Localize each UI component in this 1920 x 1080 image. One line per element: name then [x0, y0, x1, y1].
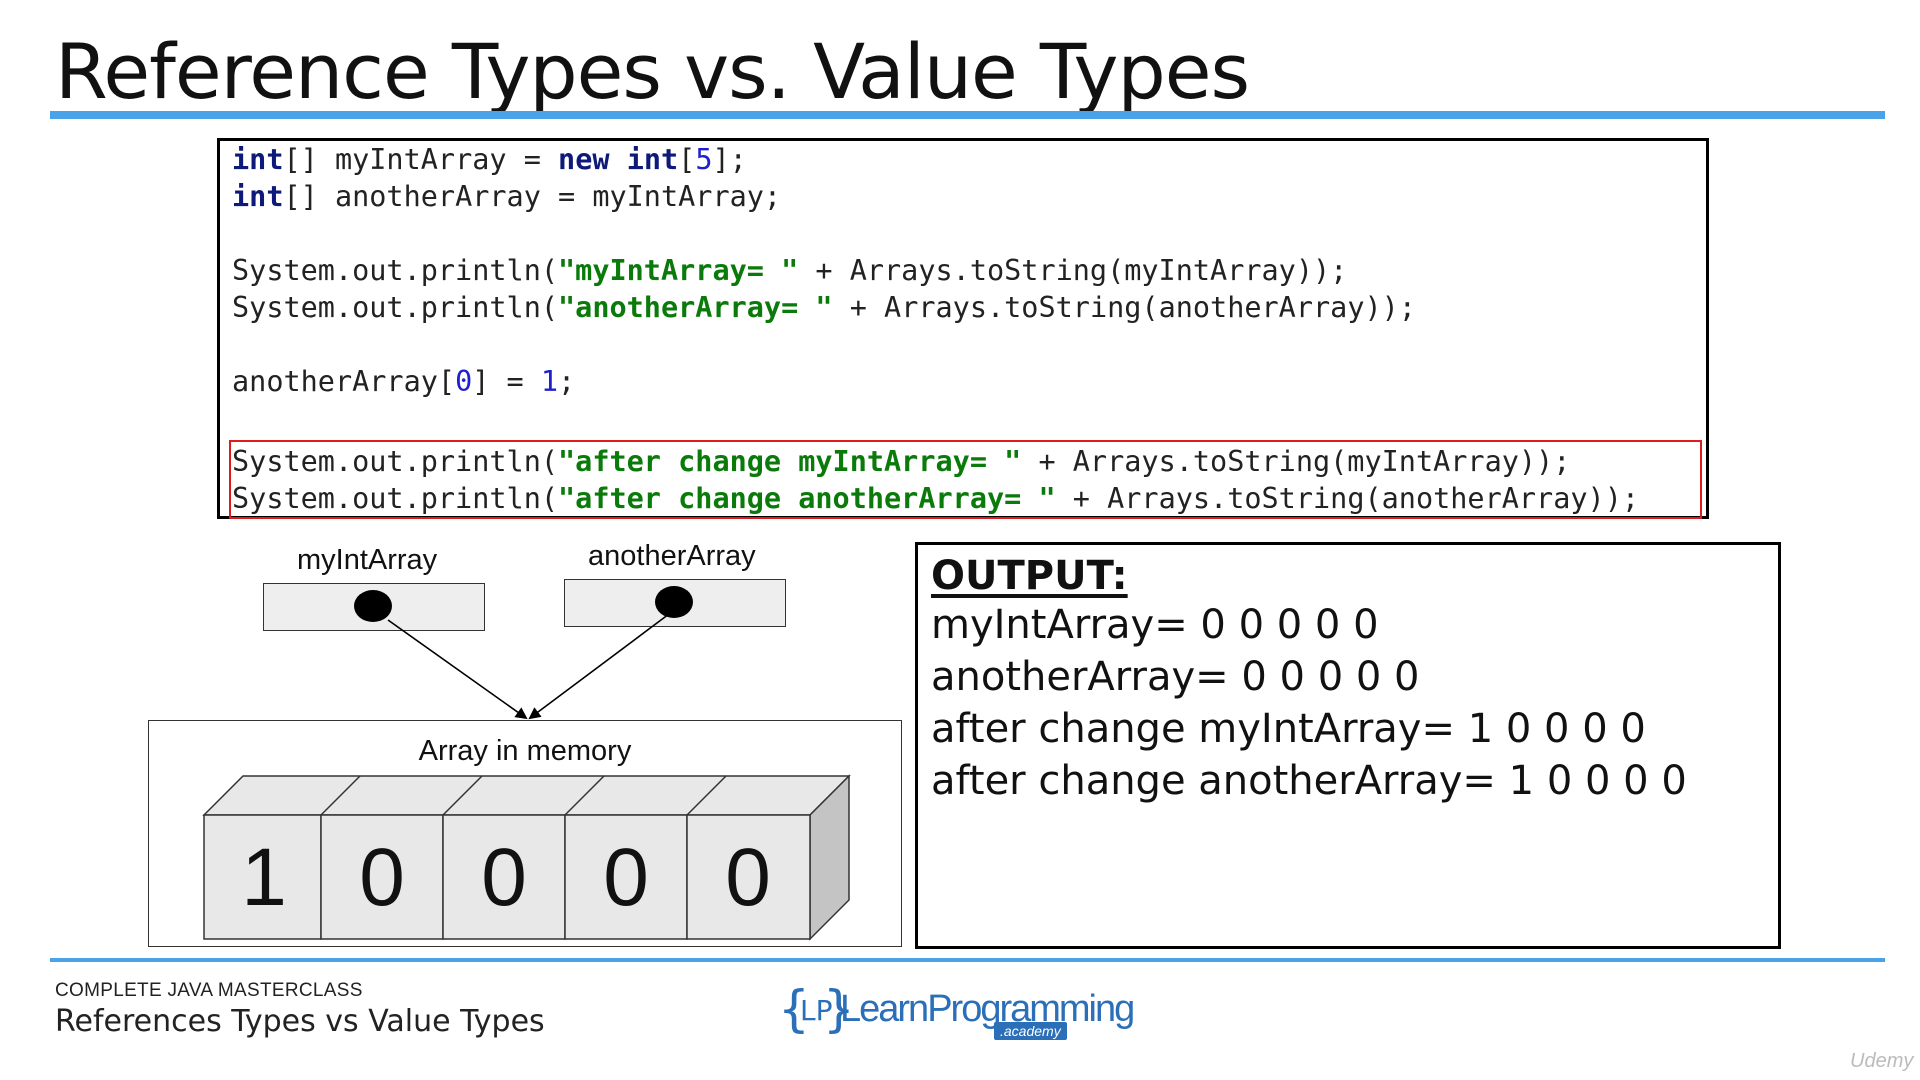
learnprogramming-logo: { LP } LearnProgramming .academy — [778, 980, 1135, 1044]
output-box: OUTPUT: myIntArray= 0 0 0 0 0 anotherArr… — [915, 542, 1781, 949]
udemy-watermark: Udemy — [1850, 1050, 1914, 1072]
output-line: after change myIntArray= 1 0 0 0 0 — [931, 706, 1646, 752]
output-line: after change anotherArray= 1 0 0 0 0 — [931, 758, 1687, 804]
array-cell-value: 0 — [481, 832, 527, 923]
array-cell-value: 0 — [359, 832, 405, 923]
logo-subtext: .academy — [994, 1022, 1067, 1040]
footer-rule — [50, 958, 1885, 962]
array-cell-value: 1 — [241, 832, 287, 923]
lesson-title: References Types vs Value Types — [55, 1004, 545, 1039]
array-cell-value: 0 — [725, 832, 771, 923]
output-line: myIntArray= 0 0 0 0 0 — [931, 602, 1379, 648]
logo-text: LearnProgramming — [840, 988, 1135, 1030]
array-cell-value: 0 — [603, 832, 649, 923]
array-top-face — [202, 775, 851, 816]
output-heading: OUTPUT: — [931, 553, 1128, 599]
course-name: COMPLETE JAVA MASTERCLASS — [55, 980, 363, 1001]
output-line: anotherArray= 0 0 0 0 0 — [931, 654, 1420, 700]
